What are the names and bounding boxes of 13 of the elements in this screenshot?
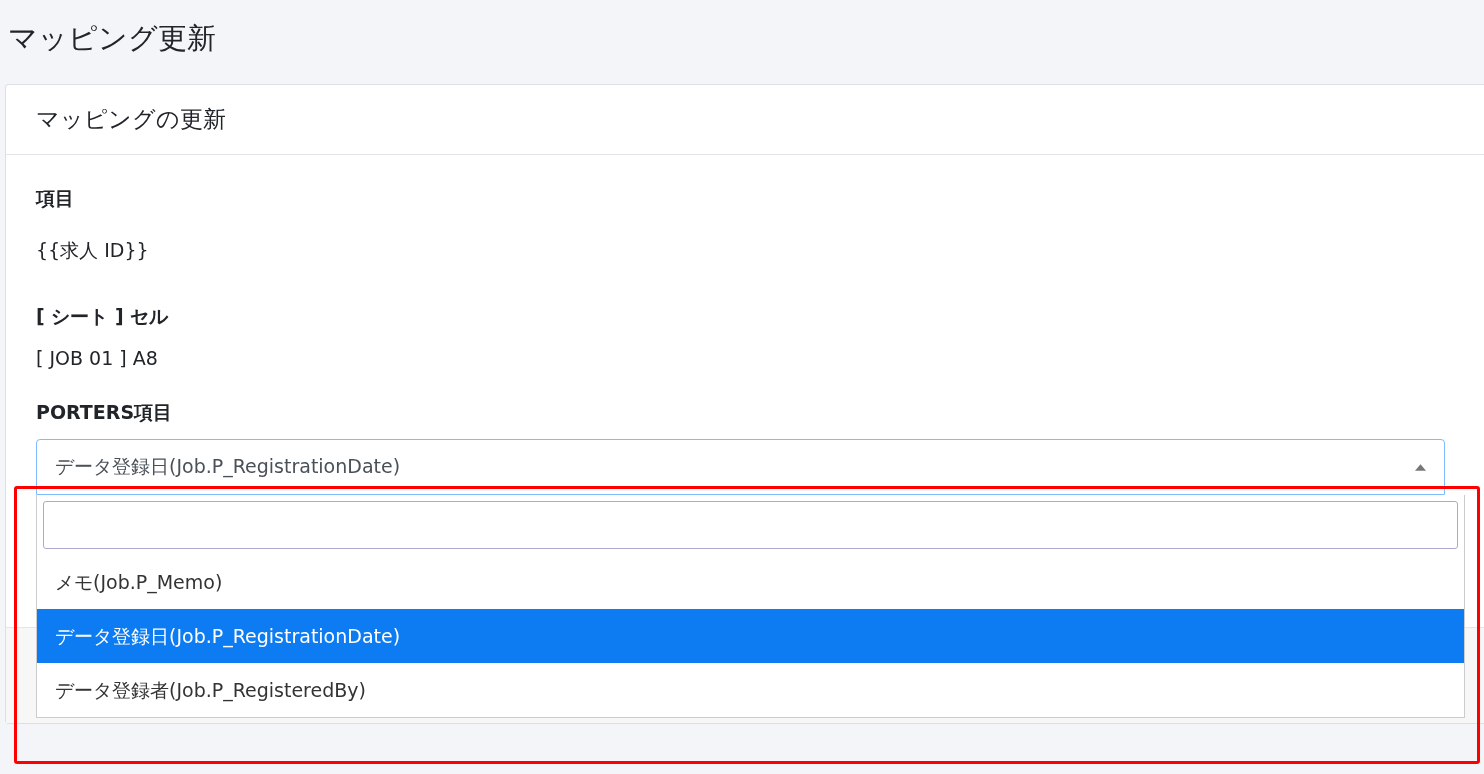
field-value: [ JOB 01 ] A8 <box>36 346 159 371</box>
field-label: PORTERS項目 <box>36 400 174 425</box>
caret-icon <box>1415 463 1426 471</box>
dropdown-option[interactable]: データ登録者(Job.P_RegisteredBy) <box>37 663 1464 717</box>
field-value: {{求人 ID}} <box>36 238 150 263</box>
field-label: 項目 <box>36 186 75 211</box>
dropdown-option[interactable]: データ登録日(Job.P_RegistrationDate) <box>37 609 1464 663</box>
search-field[interactable] <box>43 501 1458 549</box>
select-field[interactable]: データ登録日(Job.P_RegistrationDate) <box>36 439 1445 495</box>
page-title: マッピング更新 <box>7 20 217 57</box>
card-title: マッピングの更新 <box>36 105 227 134</box>
field-label: [ シート ] セル <box>36 304 170 329</box>
dropdown-option[interactable]: メモ(Job.P_Memo) <box>37 555 1464 609</box>
